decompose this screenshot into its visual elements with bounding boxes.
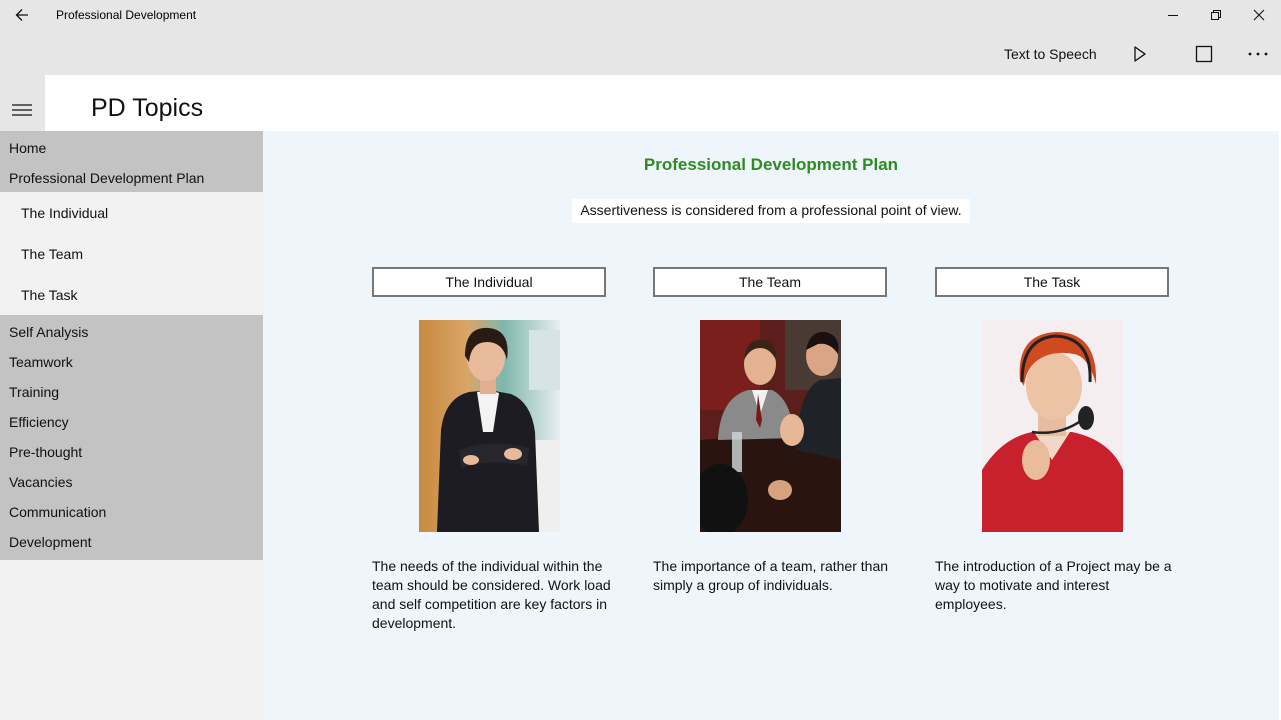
command-bar: Text to Speech [0,32,1281,75]
task-photo [982,320,1123,532]
topic-description-team: The importance of a team, rather than si… [653,558,889,593]
back-button[interactable] [8,3,36,27]
nav-group-bottom: Self Analysis Teamwork Training Efficien… [0,315,263,560]
play-icon [1134,46,1146,62]
sidebar-item-training[interactable]: Training [0,376,263,406]
stop-button[interactable] [1188,40,1220,68]
hamburger-menu-button[interactable] [11,103,33,117]
window-title: Professional Development [56,8,197,22]
text-to-speech-label[interactable]: Text to Speech [1004,46,1097,62]
topic-description-task: The introduction of a Project may be a w… [935,558,1172,612]
sidebar-item-development[interactable]: Development [0,526,263,556]
sidebar-item-self-analysis[interactable]: Self Analysis [0,316,263,346]
individual-photo [419,320,560,532]
main-content: Professional Development Plan Assertiven… [263,131,1279,720]
title-bar: Professional Development [0,0,1281,32]
sidebar-item-the-individual[interactable]: The Individual [0,192,263,233]
nav-subgroup: The Individual The Team The Task [0,192,263,315]
sidebar-item-communication[interactable]: Communication [0,496,263,526]
sidebar-item-pre-thought[interactable]: Pre-thought [0,436,263,466]
sidebar-item-the-task[interactable]: The Task [0,274,263,315]
page-header: PD Topics [45,75,1281,131]
play-button[interactable] [1124,40,1156,68]
topic-button-task[interactable]: The Task [935,267,1169,297]
plan-title: Professional Development Plan [643,155,899,174]
sidebar-item-teamwork[interactable]: Teamwork [0,346,263,376]
hamburger-column [0,75,45,131]
topic-button-individual[interactable]: The Individual [372,267,606,297]
minimize-button[interactable] [1150,0,1196,30]
restore-icon [1211,10,1221,20]
plan-subtitle: Assertiveness is considered from a profe… [572,199,970,223]
topic-description-individual: The needs of the individual within the t… [372,558,611,631]
sidebar: Home Professional Development Plan The I… [0,131,263,720]
more-options-button[interactable] [1242,40,1274,68]
hamburger-icon [12,104,32,116]
page-title: PD Topics [91,94,204,122]
sidebar-item-professional-development-plan[interactable]: Professional Development Plan [0,162,263,192]
topic-button-team[interactable]: The Team [653,267,887,297]
nav-group-top: Home Professional Development Plan [0,131,263,192]
restore-button[interactable] [1193,0,1239,30]
minimize-icon [1168,15,1178,16]
close-icon [1253,9,1265,21]
stop-icon [1195,45,1213,63]
more-icon [1248,52,1268,56]
team-photo [700,320,841,532]
back-arrow-icon [15,9,28,21]
sidebar-item-the-team[interactable]: The Team [0,233,263,274]
sidebar-item-vacancies[interactable]: Vacancies [0,466,263,496]
sidebar-item-home[interactable]: Home [0,132,263,162]
sidebar-item-efficiency[interactable]: Efficiency [0,406,263,436]
close-button[interactable] [1236,0,1281,30]
